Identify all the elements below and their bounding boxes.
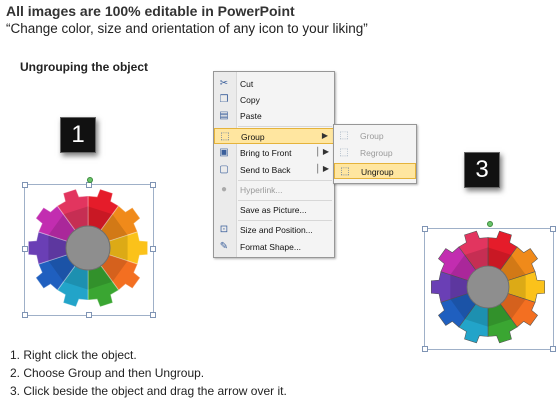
menu-separator xyxy=(238,180,332,181)
rotate-handle[interactable] xyxy=(87,177,93,183)
menu-separator xyxy=(238,220,332,221)
size-position-icon: ⊡ xyxy=(219,224,229,235)
step-2: 2. Choose Group and then Ungroup. xyxy=(10,366,205,380)
send-to-back-icon: ▢ xyxy=(219,164,229,175)
bring-to-front-icon: ▣ xyxy=(219,147,229,158)
instruction-steps: 1. Right click the object. 2. Choose Gro… xyxy=(10,346,287,400)
menu-item-send-to-back[interactable]: ▢ Send to Back │ ▶ xyxy=(214,162,334,178)
menu-item-hyperlink: ● Hyperlink... xyxy=(214,182,334,198)
hyperlink-icon: ● xyxy=(220,184,228,195)
resize-handle[interactable] xyxy=(22,312,28,318)
resize-handle[interactable] xyxy=(550,226,556,232)
step-badge-3: 3 xyxy=(464,152,500,188)
gear-hub[interactable] xyxy=(466,265,510,309)
submenu-item-ungroup[interactable]: ⬚ Ungroup xyxy=(334,163,416,179)
menu-item-paste[interactable]: ▤ Paste xyxy=(214,108,334,124)
paste-icon: ▤ xyxy=(219,110,229,121)
format-shape-icon: ✎ xyxy=(219,241,229,252)
submenu-item-group: ⬚ Group xyxy=(339,130,384,141)
submenu-arrow-icon: │ ▶ xyxy=(315,147,329,156)
submenu-arrow-icon: ▶ xyxy=(321,131,328,140)
regroup-icon: ⬚ xyxy=(339,147,349,158)
step-1: 1. Right click the object. xyxy=(10,348,137,362)
menu-item-size-and-position[interactable]: ⊡ Size and Position... xyxy=(214,222,334,238)
rotate-handle[interactable] xyxy=(487,221,493,227)
menu-item-group[interactable]: ⬚ Group ▶ xyxy=(214,128,334,144)
resize-handle[interactable] xyxy=(86,312,92,318)
copy-icon: ❐ xyxy=(219,94,229,105)
submenu-item-regroup: ⬚ Regroup xyxy=(339,147,393,158)
resize-handle[interactable] xyxy=(150,182,156,188)
scissors-icon: ✂ xyxy=(219,78,229,89)
menu-separator xyxy=(238,200,332,201)
menu-item-bring-to-front[interactable]: ▣ Bring to Front │ ▶ xyxy=(214,145,334,161)
resize-handle[interactable] xyxy=(550,346,556,352)
group-icon: ⬚ xyxy=(339,130,349,141)
submenu-arrow-icon: │ ▶ xyxy=(315,164,329,173)
resize-handle[interactable] xyxy=(150,312,156,318)
page-title: All images are 100% editable in PowerPoi… xyxy=(6,3,295,19)
menu-item-copy[interactable]: ❐ Copy xyxy=(214,92,334,108)
context-menu: ✂ Cut ❐ Copy ▤ Paste ⬚ Group ▶ ▣ Bring t… xyxy=(213,71,335,258)
menu-separator xyxy=(238,126,332,127)
group-icon: ⬚ xyxy=(220,131,230,142)
step-badge-1: 1 xyxy=(60,117,96,153)
section-title: Ungrouping the object xyxy=(20,60,148,74)
menu-item-format-shape[interactable]: ✎ Format Shape... xyxy=(214,239,334,255)
gear-graphic-ungrouped[interactable] xyxy=(427,228,549,346)
menu-item-save-as-picture[interactable]: Save as Picture... xyxy=(214,202,334,218)
resize-handle[interactable] xyxy=(150,246,156,252)
resize-handle[interactable] xyxy=(422,346,428,352)
gear-hub[interactable] xyxy=(65,225,111,271)
group-submenu: ⬚ Group ⬚ Regroup ⬚ Ungroup xyxy=(333,124,417,184)
ungroup-icon: ⬚ xyxy=(340,166,350,177)
step-3: 3. Click beside the object and drag the … xyxy=(10,384,287,398)
gear-graphic-grouped[interactable] xyxy=(26,186,150,310)
page-subtitle: “Change color, size and orientation of a… xyxy=(6,21,368,36)
menu-item-cut[interactable]: ✂ Cut xyxy=(214,76,334,92)
